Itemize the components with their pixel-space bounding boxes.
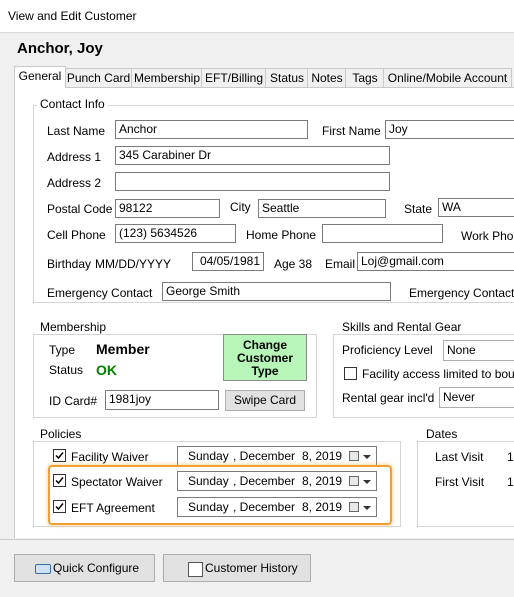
cell-phone-label: Cell Phone bbox=[47, 228, 106, 242]
status-label: Status bbox=[49, 363, 84, 377]
last-visit-label: Last Visit bbox=[435, 450, 484, 464]
calendar-icon[interactable] bbox=[349, 451, 359, 461]
window-title: View and Edit Customer bbox=[8, 9, 137, 23]
proficiency-label: Proficiency Level bbox=[342, 343, 433, 357]
birthday-format-label: MM/DD/YYYY bbox=[95, 257, 172, 271]
emergency-contact-label: Emergency Contact bbox=[47, 286, 153, 300]
date-day: Sunday bbox=[188, 449, 229, 463]
tab-general[interactable]: General bbox=[14, 66, 66, 88]
email-label: Email bbox=[325, 257, 356, 271]
birthday-field[interactable]: 04/05/1981 bbox=[192, 252, 264, 271]
home-phone-label: Home Phone bbox=[246, 228, 317, 242]
first-visit-label: First Visit bbox=[435, 475, 485, 489]
proficiency-select[interactable]: None bbox=[443, 340, 514, 361]
id-card-label: ID Card# bbox=[49, 394, 98, 408]
first-name-label: First Name bbox=[322, 124, 381, 138]
address2-field[interactable] bbox=[115, 172, 390, 191]
emergency-phone-label: Emergency Contact Ph bbox=[409, 286, 514, 300]
home-phone-field[interactable] bbox=[322, 224, 443, 243]
chevron-down-icon[interactable] bbox=[363, 455, 371, 459]
skills-title: Skills and Rental Gear bbox=[339, 320, 465, 334]
address2-label: Address 2 bbox=[47, 176, 102, 190]
quick-configure-button[interactable]: Quick Configure bbox=[14, 554, 155, 582]
tab-punch-card[interactable]: Punch Card bbox=[64, 68, 133, 87]
facility-waiver-checkbox[interactable] bbox=[53, 449, 66, 462]
last-name-field[interactable]: Anchor bbox=[115, 120, 308, 139]
cell-phone-field[interactable]: (123) 5634526 bbox=[115, 224, 236, 243]
age-text: Age 38 bbox=[274, 257, 313, 271]
work-phone-label: Work Phon bbox=[461, 229, 514, 243]
tab-tags[interactable]: Tags bbox=[345, 68, 385, 87]
facility-waiver-date-picker[interactable]: Sunday , December 8, 2019 bbox=[177, 446, 377, 466]
city-field[interactable]: Seattle bbox=[258, 199, 386, 218]
quick-configure-label: Quick Configure bbox=[53, 561, 140, 575]
contact-info-title: Contact Info bbox=[37, 97, 108, 111]
email-field[interactable]: Loj@gmail.com bbox=[357, 252, 514, 271]
policies-title: Policies bbox=[37, 427, 85, 441]
type-value: Member bbox=[96, 341, 150, 357]
type-label: Type bbox=[49, 343, 76, 357]
postal-code-field[interactable]: 98122 bbox=[115, 199, 220, 218]
address1-field[interactable]: 345 Carabiner Dr bbox=[115, 146, 390, 165]
tab-online-mobile-account[interactable]: Online/Mobile Account bbox=[383, 68, 512, 87]
id-card-field[interactable]: 1981joy bbox=[105, 390, 219, 410]
rental-gear-label: Rental gear incl'd bbox=[342, 391, 435, 405]
tab-eft-billing[interactable]: EFT/Billing bbox=[201, 68, 267, 87]
address1-label: Address 1 bbox=[47, 150, 102, 164]
facility-access-label: Facility access limited to boulderi bbox=[362, 367, 514, 381]
tab-membership[interactable]: Membership bbox=[131, 68, 203, 87]
first-name-field[interactable]: Joy bbox=[385, 120, 514, 139]
state-field[interactable]: WA bbox=[438, 198, 514, 217]
last-visit-value: 12 bbox=[507, 450, 514, 464]
date-date: 8, 2019 bbox=[302, 449, 343, 463]
customer-history-button[interactable]: Customer History bbox=[163, 554, 311, 582]
tab-notes[interactable]: Notes bbox=[307, 68, 347, 87]
change-customer-type-button[interactable]: Change Customer Type bbox=[223, 334, 307, 381]
postal-code-label: Postal Code bbox=[47, 202, 113, 216]
customer-name: Anchor, Joy bbox=[17, 40, 103, 57]
facility-access-checkbox[interactable] bbox=[344, 367, 357, 380]
first-visit-value: 12 bbox=[507, 475, 514, 489]
last-name-label: Last Name bbox=[47, 124, 106, 138]
city-label: City bbox=[230, 200, 251, 214]
title-bar: View and Edit Customer bbox=[0, 0, 514, 33]
status-value: OK bbox=[96, 362, 117, 378]
facility-waiver-label: Facility Waiver bbox=[71, 450, 149, 464]
highlight-box bbox=[48, 465, 392, 525]
state-label: State bbox=[404, 202, 433, 216]
customer-history-label: Customer History bbox=[205, 561, 298, 575]
emergency-contact-field[interactable]: George Smith bbox=[162, 282, 391, 301]
history-calendar-icon bbox=[188, 562, 203, 577]
dates-title: Dates bbox=[423, 427, 461, 441]
swipe-card-button[interactable]: Swipe Card bbox=[225, 390, 305, 411]
rental-gear-select[interactable]: Never bbox=[439, 387, 514, 408]
tab-status[interactable]: Status bbox=[265, 68, 309, 87]
configure-icon bbox=[35, 564, 51, 574]
birthday-label: Birthday bbox=[47, 257, 92, 271]
footer-divider bbox=[0, 539, 514, 540]
membership-title: Membership bbox=[37, 320, 110, 334]
check-icon bbox=[55, 452, 64, 460]
date-month: , December bbox=[233, 449, 296, 463]
